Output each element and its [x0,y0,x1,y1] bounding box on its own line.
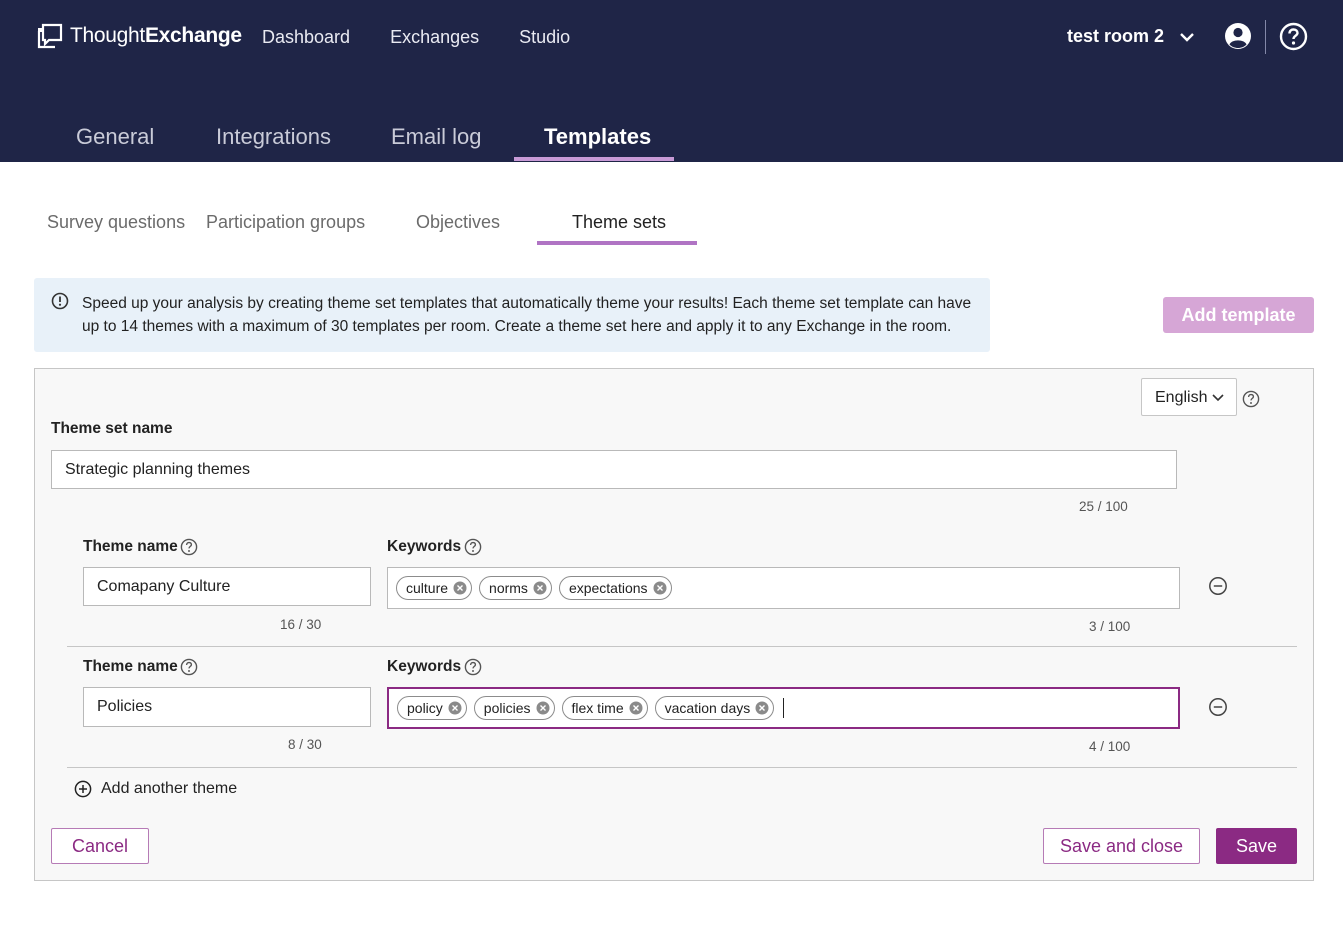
keyword-chip: policy [397,696,467,720]
add-another-theme-button[interactable]: Add another theme [74,780,237,798]
theme-divider [67,646,1297,647]
help-icon[interactable] [1279,22,1308,51]
keywords-help-icon[interactable] [464,658,482,676]
subtab-participation-groups[interactable]: Participation groups [206,212,365,233]
theme-divider [67,767,1297,768]
theme-name-value: Comapany Culture [97,577,231,595]
info-banner: Speed up your analysis by creating theme… [34,278,990,352]
save-button[interactable]: Save [1216,828,1297,864]
tab-email-log[interactable]: Email log [391,124,481,150]
chevron-down-icon [1180,32,1194,42]
chevron-down-icon [1212,394,1224,402]
remove-theme-icon[interactable] [1208,576,1228,596]
keyword-chip: culture [396,576,473,600]
keyword-chip: vacation days [654,696,775,720]
theme-name-input[interactable]: Policies [83,687,371,727]
logo-icon [37,23,63,49]
add-another-theme-label: Add another theme [101,780,238,797]
nav-dashboard[interactable]: Dashboard [262,27,350,48]
top-nav: Dashboard Exchanges Studio [262,27,610,48]
thoughtexchange-logo[interactable]: ThoughtExchange [36,22,242,50]
language-value: English [1155,389,1208,406]
keyword-chip: policies [473,696,555,720]
keywords-counter: 3 / 100 [1089,619,1131,634]
remove-keyword-icon[interactable] [755,701,769,715]
room-selector[interactable]: test room 2 [1067,26,1196,47]
theme-name-counter: 8 / 30 [288,737,322,752]
remove-keyword-icon[interactable] [453,581,467,595]
theme-name-label: Theme name [83,538,178,555]
remove-theme-icon[interactable] [1208,697,1228,717]
remove-keyword-icon[interactable] [533,581,547,595]
keywords-input[interactable]: culture norms expectations [387,567,1180,609]
room-name: test room 2 [1067,26,1165,46]
theme-name-help-icon[interactable] [180,538,198,556]
subtab-survey-questions[interactable]: Survey questions [47,212,185,233]
text-cursor [783,698,785,718]
theme-name-help-icon[interactable] [180,658,198,676]
remove-keyword-icon[interactable] [653,581,667,595]
theme-name-counter: 16 / 30 [280,617,322,632]
cancel-button[interactable]: Cancel [51,828,149,864]
theme-name-value: Policies [97,698,153,715]
info-text: Speed up your analysis by creating theme… [82,295,972,335]
logo-text: ThoughtExchange [70,24,242,47]
subtab-theme-sets[interactable]: Theme sets [572,212,666,233]
tab-integrations[interactable]: Integrations [216,124,331,150]
theme-name-input[interactable]: Comapany Culture [83,567,371,606]
remove-keyword-icon[interactable] [629,701,643,715]
save-and-close-button[interactable]: Save and close [1043,828,1200,864]
active-tab-indicator [514,157,674,161]
nav-exchanges[interactable]: Exchanges [390,27,479,48]
info-icon [51,292,69,310]
plus-circle-icon [74,780,92,798]
keywords-label: Keywords [387,658,462,675]
add-template-button[interactable]: Add template [1163,297,1314,333]
header-divider [1265,20,1266,54]
language-help-icon[interactable] [1242,390,1260,408]
keyword-chip: expectations [558,576,672,600]
keywords-help-icon[interactable] [464,538,482,556]
theme-set-name-value: Strategic planning themes [65,460,250,478]
theme-set-name-counter: 25 / 100 [1079,499,1128,514]
user-account-icon[interactable] [1224,22,1252,50]
theme-set-name-input[interactable]: Strategic planning themes [51,450,1177,489]
remove-keyword-icon[interactable] [536,701,550,715]
remove-keyword-icon[interactable] [448,701,462,715]
main-tabs: General Integrations Email log Templates [0,112,1343,162]
tab-general[interactable]: General [76,124,154,150]
theme-set-name-label: Theme set name [51,420,173,437]
nav-studio[interactable]: Studio [519,27,570,48]
active-subtab-indicator [537,241,697,245]
keywords-input[interactable]: policy policies flex time vacation days [387,687,1180,729]
top-bar: ThoughtExchange Dashboard Exchanges Stud… [0,0,1343,162]
subtab-objectives[interactable]: Objectives [416,212,500,233]
tab-templates[interactable]: Templates [544,124,651,150]
language-select[interactable]: English [1141,378,1237,416]
theme-name-label: Theme name [83,658,178,675]
keywords-counter: 4 / 100 [1089,739,1131,754]
keywords-label: Keywords [387,538,462,555]
keyword-chip: norms [479,576,552,600]
keyword-chip: flex time [561,696,648,720]
